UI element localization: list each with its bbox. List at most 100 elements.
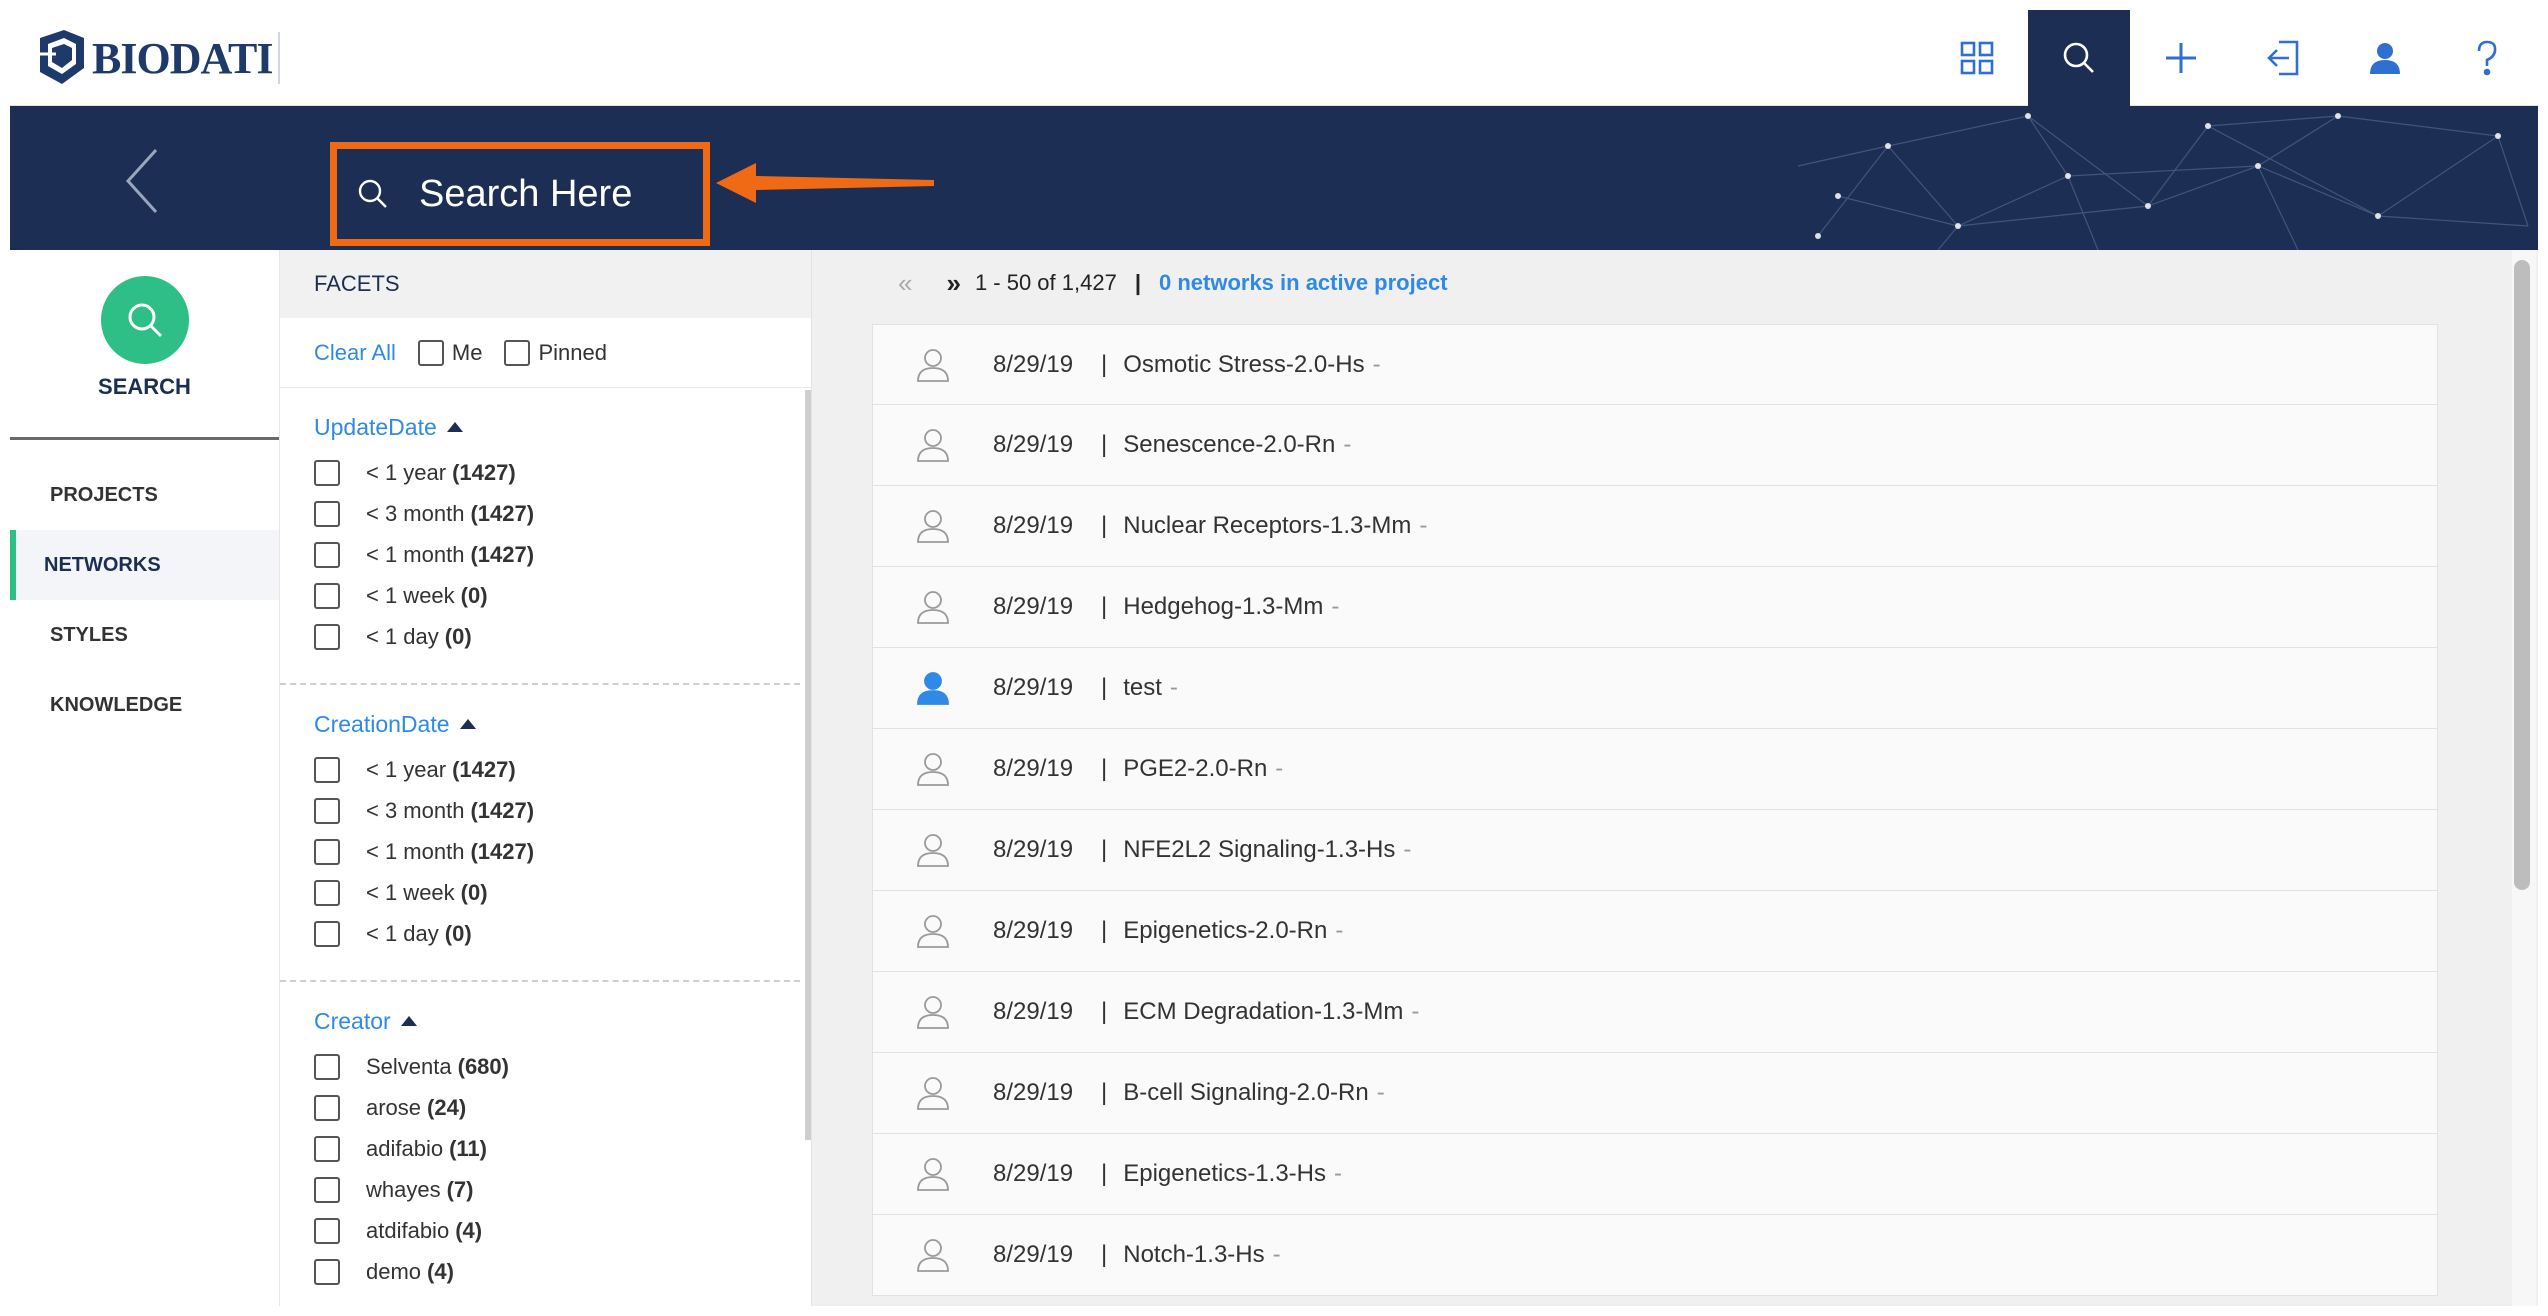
facet-checkbox[interactable] xyxy=(314,1135,340,1162)
facet-checkbox[interactable] xyxy=(314,623,340,650)
search-nav-block[interactable]: SEARCH xyxy=(10,250,279,440)
network-name[interactable]: Osmotic Stress-2.0-Hs xyxy=(1123,351,1364,379)
facet-checkbox[interactable] xyxy=(314,756,340,783)
facet-option-label: < 1 month xyxy=(366,541,465,567)
facet-option[interactable]: adifabio (11) xyxy=(314,1128,800,1169)
network-row[interactable]: 8/29/19 | Epigenetics-2.0-Rn - xyxy=(872,891,2438,972)
network-name[interactable]: test xyxy=(1123,674,1162,702)
network-row[interactable]: 8/29/19 | test - xyxy=(872,648,2438,729)
network-row[interactable]: 8/29/19 | B-cell Signaling-2.0-Rn - xyxy=(872,1053,2438,1134)
network-row[interactable]: 8/29/19 | NFE2L2 Signaling-1.3-Hs - xyxy=(872,810,2438,891)
network-list: 8/29/19 | Osmotic Stress-2.0-Hs -8/29/19 | Se… xyxy=(872,324,2438,1296)
facet-option[interactable]: < 1 month (1427) xyxy=(314,534,800,575)
nav-item-knowledge[interactable]: KNOWLEDGE xyxy=(10,670,279,740)
facet-option[interactable]: < 1 week (0) xyxy=(314,872,800,913)
clear-all-link[interactable]: Clear All xyxy=(314,340,396,366)
network-name[interactable]: Hedgehog-1.3-Mm xyxy=(1123,593,1323,621)
facet-option-label: demo xyxy=(366,1258,422,1284)
caret-up-icon xyxy=(446,422,463,432)
facet-option[interactable]: < 1 day (0) xyxy=(314,616,800,657)
network-name[interactable]: Epigenetics-1.3-Hs xyxy=(1123,1160,1326,1188)
facets-panel: FACETS Clear All Me Pinned UpdateDate < … xyxy=(280,250,812,1306)
grid-icon[interactable] xyxy=(1926,10,2028,106)
facet-title[interactable]: CreationDate xyxy=(314,709,800,739)
facet-checkbox[interactable] xyxy=(314,879,340,906)
network-name[interactable]: Senescence-2.0-Rn xyxy=(1123,431,1335,459)
facet-checkbox[interactable] xyxy=(314,838,340,865)
search-box[interactable] xyxy=(330,142,710,246)
facet-option-label: < 1 month xyxy=(366,838,465,864)
network-row[interactable]: 8/29/19 | ECM Degradation-1.3-Mm - xyxy=(872,972,2438,1053)
nav-item-projects[interactable]: PROJECTS xyxy=(10,460,279,530)
me-filter[interactable]: Me xyxy=(417,339,482,366)
nav-item-styles[interactable]: STYLES xyxy=(10,600,279,670)
row-suffix: - xyxy=(1335,917,1344,944)
facet-checkbox[interactable] xyxy=(314,582,340,609)
help-icon[interactable] xyxy=(2436,10,2538,106)
next-page-button[interactable]: » xyxy=(946,268,960,299)
nav-list: PROJECTS NETWORKS STYLES KNOWLEDGE xyxy=(10,460,279,740)
search-icon[interactable] xyxy=(2028,10,2130,106)
biodati-logo[interactable]: BIODATI xyxy=(34,24,273,92)
facet-option[interactable]: arose (24) xyxy=(314,1087,800,1128)
facets-scrollbar[interactable] xyxy=(805,390,811,1140)
facet-checkbox[interactable] xyxy=(314,541,340,568)
row-suffix: - xyxy=(1403,836,1412,863)
network-name[interactable]: Notch-1.3-Hs xyxy=(1123,1241,1264,1269)
facet-option[interactable]: Selventa (680) xyxy=(314,1046,800,1087)
facet-title[interactable]: UpdateDate xyxy=(314,412,800,442)
network-name[interactable]: PGE2-2.0-Rn xyxy=(1123,755,1267,783)
network-name[interactable]: B-cell Signaling-2.0-Rn xyxy=(1123,1079,1368,1107)
me-checkbox[interactable] xyxy=(417,339,444,366)
facet-checkbox[interactable] xyxy=(314,797,340,824)
facet-option[interactable]: < 3 month (1427) xyxy=(314,790,800,831)
facet-checkbox[interactable] xyxy=(314,1176,340,1203)
login-icon[interactable] xyxy=(2232,10,2334,106)
scrollbar-track[interactable] xyxy=(2512,250,2536,1306)
user-icon[interactable] xyxy=(2334,10,2436,106)
facet-checkbox[interactable] xyxy=(314,1053,340,1080)
facet-checkbox[interactable] xyxy=(314,1258,340,1285)
facet-checkbox[interactable] xyxy=(314,500,340,527)
facet-option[interactable]: < 1 week (0) xyxy=(314,575,800,616)
pinned-filter[interactable]: Pinned xyxy=(504,339,607,366)
network-row[interactable]: 8/29/19 | Senescence-2.0-Rn - xyxy=(872,405,2438,486)
facet-option[interactable]: < 1 year (1427) xyxy=(314,749,800,790)
plus-icon[interactable] xyxy=(2130,10,2232,106)
network-row[interactable]: 8/29/19 | Nuclear Receptors-1.3-Mm - xyxy=(872,486,2438,567)
search-icon xyxy=(358,179,387,208)
facet-checkbox[interactable] xyxy=(314,1094,340,1121)
facet-title[interactable]: Creator xyxy=(314,1006,800,1036)
network-row[interactable]: 8/29/19 | PGE2-2.0-Rn - xyxy=(872,729,2438,810)
search-nav-label: SEARCH xyxy=(98,374,191,399)
network-name[interactable]: Epigenetics-2.0-Rn xyxy=(1123,917,1327,945)
facet-option[interactable]: < 3 month (1427) xyxy=(314,493,800,534)
facet-option-label: < 3 month xyxy=(366,797,465,823)
network-row[interactable]: 8/29/19 | Osmotic Stress-2.0-Hs - xyxy=(872,324,2438,405)
facet-option-label: < 1 day xyxy=(366,920,439,946)
network-row[interactable]: 8/29/19 | Hedgehog-1.3-Mm - xyxy=(872,567,2438,648)
facet-checkbox[interactable] xyxy=(314,920,340,947)
facet-option[interactable]: < 1 year (1427) xyxy=(314,452,800,493)
search-circle-button[interactable] xyxy=(100,276,189,364)
facet-checkbox[interactable] xyxy=(314,1217,340,1244)
facet-option[interactable]: < 1 month (1427) xyxy=(314,831,800,872)
network-row[interactable]: 8/29/19 | Notch-1.3-Hs - xyxy=(872,1215,2438,1296)
scrollbar-thumb[interactable] xyxy=(2514,260,2530,890)
facet-option[interactable]: < 1 day (0) xyxy=(314,913,800,954)
network-name[interactable]: Nuclear Receptors-1.3-Mm xyxy=(1123,512,1411,540)
prev-page-button[interactable]: « xyxy=(898,268,912,299)
network-row[interactable]: 8/29/19 | Epigenetics-1.3-Hs - xyxy=(872,1134,2438,1215)
facet-checkbox[interactable] xyxy=(314,459,340,486)
network-name[interactable]: ECM Degradation-1.3-Mm xyxy=(1123,998,1403,1026)
active-project-link[interactable]: 0 networks in active project xyxy=(1159,270,1448,296)
search-input[interactable] xyxy=(419,172,699,216)
nav-item-networks[interactable]: NETWORKS xyxy=(10,530,279,600)
facet-option[interactable]: atdifabio (4) xyxy=(314,1210,800,1251)
facet-option[interactable]: demo (4) xyxy=(314,1251,800,1292)
back-chevron-icon[interactable] xyxy=(122,146,162,221)
row-suffix: - xyxy=(1376,1079,1385,1106)
network-name[interactable]: NFE2L2 Signaling-1.3-Hs xyxy=(1123,836,1395,864)
facet-option[interactable]: whayes (7) xyxy=(314,1169,800,1210)
pinned-checkbox[interactable] xyxy=(504,339,531,366)
